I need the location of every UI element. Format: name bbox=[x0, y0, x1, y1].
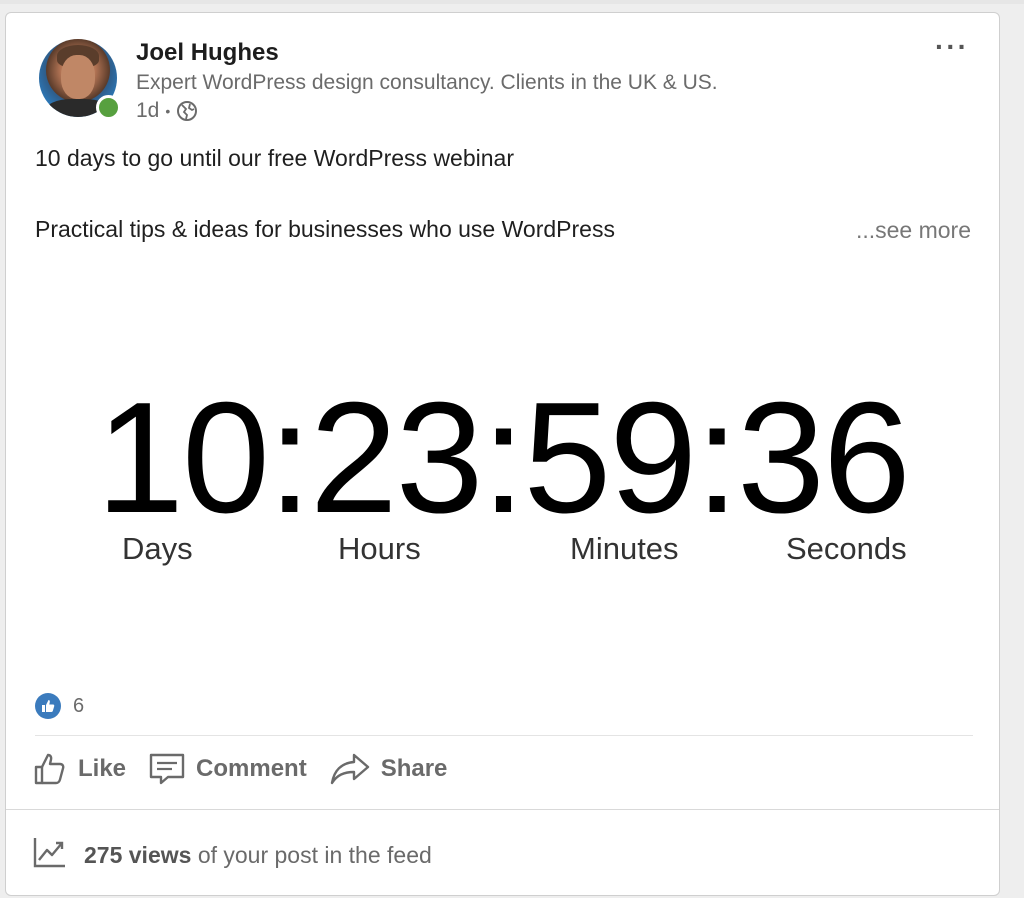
post-time: 1d bbox=[136, 99, 160, 122]
views-suffix: of your post in the feed bbox=[197, 841, 432, 868]
post-action-bar: Like Comment Share bbox=[32, 751, 447, 787]
feed-post-card: Joel Hughes Expert WordPress design cons… bbox=[5, 12, 1000, 896]
divider bbox=[6, 809, 999, 810]
comment-label: Comment bbox=[196, 755, 307, 782]
post-text-line-1: 10 days to go until our free WordPress w… bbox=[35, 145, 514, 171]
comment-icon bbox=[148, 752, 186, 786]
more-options-button[interactable]: ··· bbox=[935, 33, 969, 61]
countdown-label-minutes: Minutes bbox=[570, 531, 679, 566]
avatar-face bbox=[61, 55, 95, 99]
comment-button[interactable]: Comment bbox=[148, 752, 307, 786]
countdown-label-days: Days bbox=[122, 531, 193, 566]
share-arrow-icon bbox=[329, 751, 371, 787]
share-button[interactable]: Share bbox=[329, 751, 448, 787]
thumbs-up-icon bbox=[35, 693, 61, 719]
author-headline: Expert WordPress design consultancy. Cli… bbox=[136, 71, 718, 94]
author-name[interactable]: Joel Hughes bbox=[136, 39, 279, 67]
countdown-timer: 10:23:59:36 bbox=[96, 370, 911, 546]
globe-icon bbox=[176, 100, 198, 122]
views-count: 275 views bbox=[84, 841, 192, 868]
online-status-icon bbox=[96, 95, 121, 120]
reactions-summary[interactable]: 6 bbox=[35, 693, 84, 719]
post-text-line-2: Practical tips & ideas for businesses wh… bbox=[35, 216, 615, 242]
like-icon bbox=[32, 751, 68, 787]
like-label: Like bbox=[78, 755, 127, 782]
see-more-link[interactable]: ...see more bbox=[856, 217, 971, 244]
meta-separator: • bbox=[165, 103, 171, 119]
post-views-analytics[interactable]: 275 views of your post in the feed bbox=[32, 835, 432, 875]
share-label: Share bbox=[380, 755, 448, 782]
analytics-chart-icon bbox=[32, 835, 68, 875]
countdown-label-hours: Hours bbox=[338, 531, 421, 566]
reaction-count[interactable]: 6 bbox=[73, 695, 84, 718]
previous-card-edge bbox=[0, 0, 1024, 4]
countdown-label-seconds: Seconds bbox=[786, 531, 907, 566]
like-button[interactable]: Like bbox=[32, 751, 126, 787]
page: Joel Hughes Expert WordPress design cons… bbox=[0, 0, 1024, 898]
divider bbox=[35, 735, 973, 736]
post-meta: 1d • bbox=[136, 99, 198, 123]
